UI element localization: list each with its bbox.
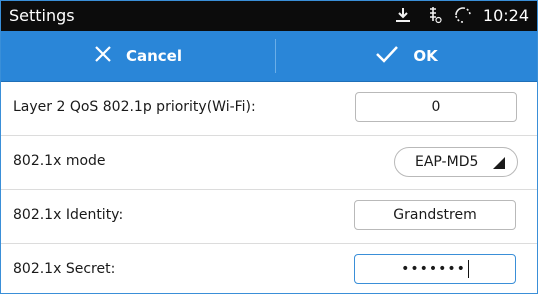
dropdown-triangle-icon xyxy=(493,157,505,169)
ok-label: OK xyxy=(413,47,438,65)
check-icon xyxy=(375,45,413,67)
status-icons: 10:24 xyxy=(393,5,529,25)
qos-priority-input[interactable]: 0 xyxy=(355,92,517,122)
8021x-mode-value: EAP-MD5 xyxy=(415,154,479,170)
action-bar: Cancel OK xyxy=(1,31,537,82)
row-qos-priority: Layer 2 QoS 802.1p priority(Wi-Fi): 0 xyxy=(1,82,537,136)
signal-icon xyxy=(423,5,443,25)
qos-priority-label: Layer 2 QoS 802.1p priority(Wi-Fi): xyxy=(13,99,256,115)
qos-priority-value: 0 xyxy=(431,99,441,115)
sync-icon xyxy=(453,5,473,25)
row-8021x-identity: 802.1x Identity: Grandstrem xyxy=(1,190,537,244)
8021x-identity-label: 802.1x Identity: xyxy=(13,207,124,223)
row-8021x-secret: 802.1x Secret: ••••••• xyxy=(1,244,537,293)
8021x-identity-input[interactable]: Grandstrem xyxy=(354,200,516,230)
8021x-identity-value: Grandstrem xyxy=(393,207,477,223)
8021x-mode-label: 802.1x mode xyxy=(13,153,106,169)
8021x-secret-label: 802.1x Secret: xyxy=(13,261,116,277)
download-icon xyxy=(393,5,413,25)
status-bar: Settings 10:24 xyxy=(1,1,537,31)
settings-window: Settings 10:24 Cancel OK Layer 2 QoS 802… xyxy=(0,0,538,294)
8021x-secret-value: ••••••• xyxy=(401,261,466,277)
8021x-mode-select[interactable]: EAP-MD5 xyxy=(394,147,518,177)
clock-time: 10:24 xyxy=(482,5,529,25)
cancel-button[interactable]: Cancel xyxy=(1,31,275,81)
close-icon xyxy=(94,45,126,67)
status-bar-title: Settings xyxy=(9,6,75,25)
text-caret xyxy=(467,260,469,278)
ok-button[interactable]: OK xyxy=(276,31,537,81)
cancel-label: Cancel xyxy=(125,47,182,65)
8021x-secret-input[interactable]: ••••••• xyxy=(354,254,516,284)
row-8021x-mode: 802.1x mode EAP-MD5 xyxy=(1,136,537,190)
